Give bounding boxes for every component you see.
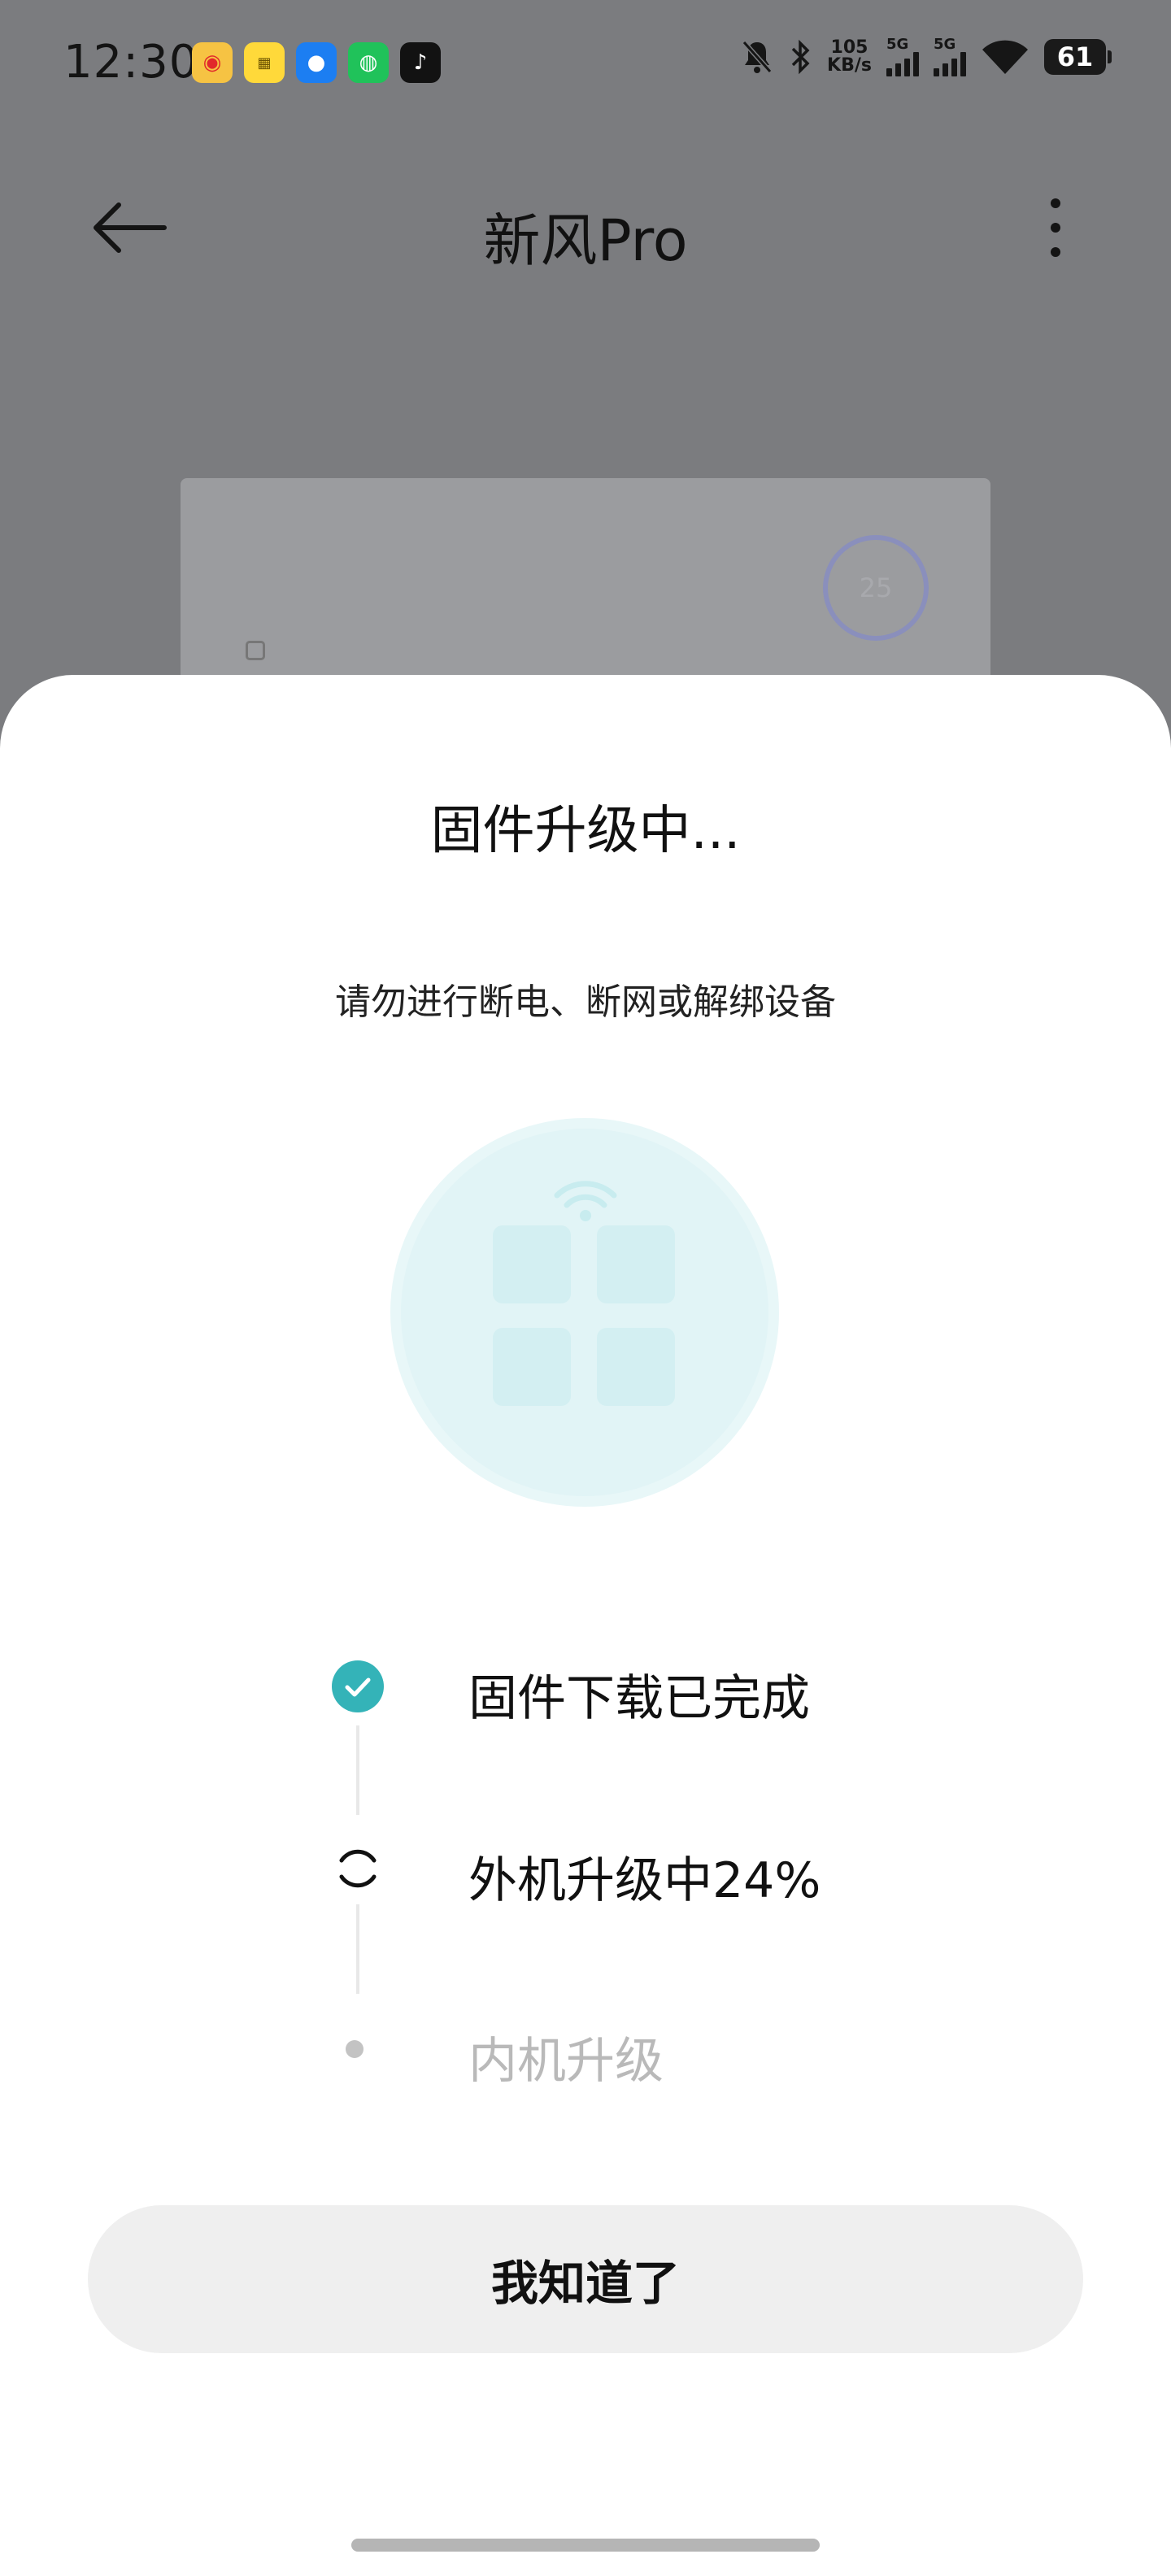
step-label: 内机升级	[468, 2033, 664, 2090]
step-outdoor-unit-upgrade: 外机升级中24%	[0, 1821, 1171, 1919]
mute-bell-icon	[742, 41, 773, 73]
app-header: 新风Pro	[0, 179, 1171, 276]
step-label: 外机升级中24%	[468, 1852, 821, 1909]
signal-bars-icon	[934, 52, 966, 76]
wechat-app-icon: ◍	[348, 42, 389, 83]
blue-app-icon: ●	[296, 42, 337, 83]
battery-level: 61	[1056, 41, 1094, 72]
more-options-button[interactable]	[1026, 194, 1085, 262]
more-vertical-icon	[1051, 198, 1060, 257]
device-display-ring: 25	[823, 535, 929, 641]
signal-type-2: 5G	[934, 36, 956, 53]
bluetooth-icon	[791, 39, 810, 75]
wifi-icon	[982, 40, 1028, 74]
step-connector	[356, 1725, 359, 1815]
signal-strength-2: 5G	[934, 37, 966, 76]
notification-app-icons: ◉ ▦ ● ◍ ♪	[192, 42, 441, 83]
check-circle-icon	[332, 1660, 384, 1712]
network-speed-value: 105	[830, 37, 868, 58]
sheet-subtitle: 请勿进行断电、断网或解绑设备	[335, 981, 836, 1023]
status-time: 12:30	[63, 36, 199, 89]
step-indoor-unit-upgrade: 内机升级	[0, 2002, 1171, 2100]
weibo-app-icon: ◉	[192, 42, 233, 83]
battery-indicator: 61	[1044, 39, 1112, 75]
signal-type-1: 5G	[886, 36, 909, 53]
sheet-title: 固件升级中...	[430, 801, 741, 861]
signal-bars-icon	[886, 52, 919, 76]
network-speed: 105 KB/s	[827, 39, 872, 75]
page-title: 新风Pro	[483, 207, 688, 274]
upgrade-bottom-sheet: 固件升级中... 请勿进行断电、断网或解绑设备 固件下载已完成 外机升级中24%	[0, 675, 1171, 2576]
network-speed-unit: KB/s	[827, 55, 872, 76]
signal-strength-1: 5G	[886, 37, 919, 76]
status-bar: 12:30 ◉ ▦ ● ◍ ♪ 105 KB/s 5G 5G 61	[0, 0, 1171, 130]
device-upgrade-illustration	[390, 1118, 779, 1507]
step-label: 固件下载已完成	[468, 1670, 810, 1727]
yellow-app-icon: ▦	[244, 42, 285, 83]
step-firmware-download: 固件下载已完成	[0, 1639, 1171, 1737]
device-display-value: 25	[859, 572, 893, 603]
pending-dot-icon	[346, 2040, 363, 2058]
tiktok-app-icon: ♪	[400, 42, 441, 83]
got-it-button[interactable]: 我知道了	[88, 2205, 1083, 2353]
status-indicators: 105 KB/s 5G 5G 61	[741, 37, 1112, 76]
device-preview: 25	[181, 478, 990, 690]
device-logo-icon	[246, 641, 265, 660]
loading-spinner-icon	[339, 1849, 377, 1888]
home-indicator[interactable]	[351, 2539, 820, 2552]
